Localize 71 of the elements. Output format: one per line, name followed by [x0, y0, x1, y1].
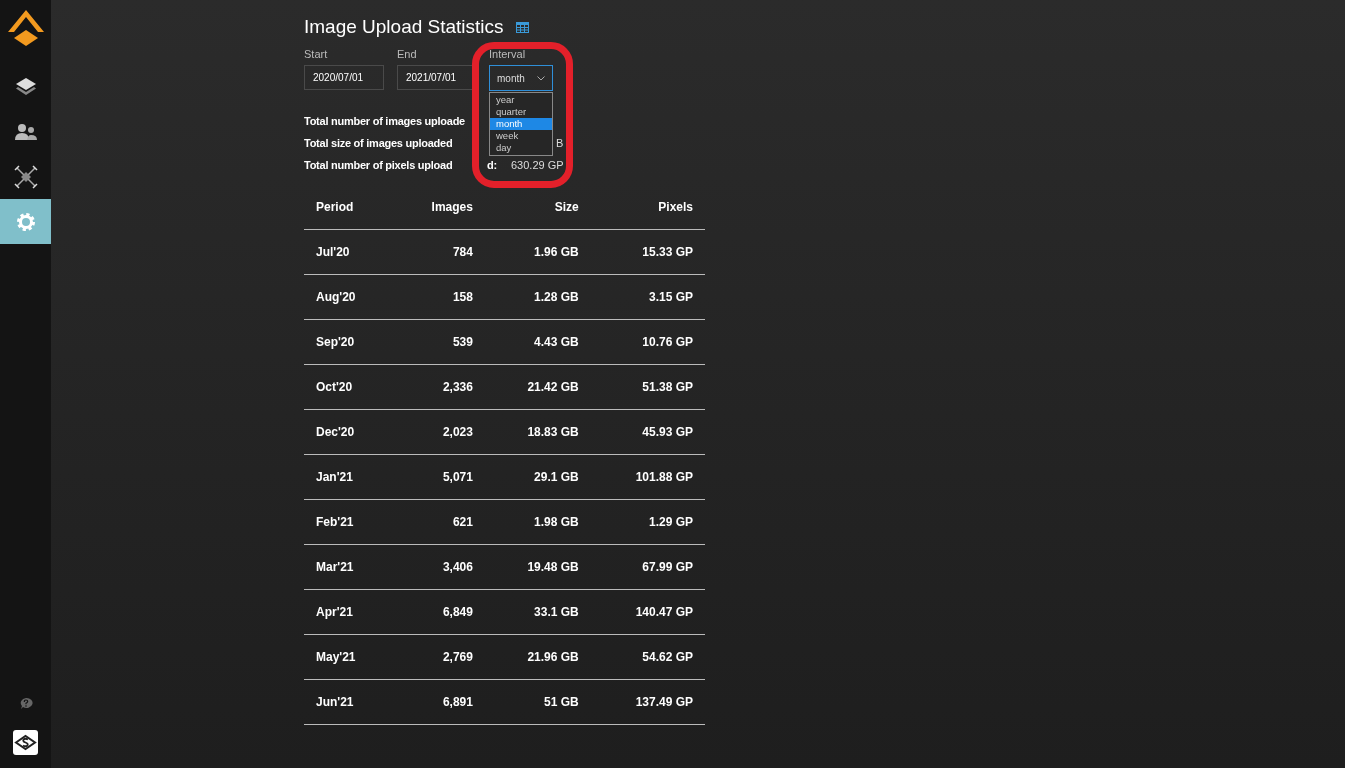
- table-cell: Dec'20: [304, 409, 394, 455]
- table-cell: 4.43 GB: [484, 319, 591, 365]
- table-cell: 6,849: [393, 589, 485, 635]
- table-cell: 784: [393, 229, 485, 275]
- drone-icon: [13, 164, 38, 189]
- table-cell: Aug'20: [304, 274, 394, 320]
- table-cell: 2,023: [393, 409, 485, 455]
- table-cell: 1.28 GB: [484, 274, 591, 320]
- table-cell: 54.62 GP: [590, 634, 705, 680]
- table-cell: May'21: [304, 634, 394, 680]
- table-cell: 539: [393, 319, 485, 365]
- table-cell: 158: [393, 274, 485, 320]
- table-cell: Jul'20: [304, 229, 394, 275]
- table-cell: 15.33 GP: [590, 229, 705, 275]
- table-cell: Feb'21: [304, 499, 394, 545]
- field-label: Start: [304, 48, 329, 60]
- date-field[interactable]: 2020/07/01: [304, 65, 384, 90]
- table-cell: 1.29 GP: [590, 499, 705, 545]
- field-label: End: [397, 48, 418, 60]
- table-cell: 137.49 GP: [590, 679, 705, 725]
- summary-value: 630.29 GP: [511, 159, 564, 171]
- brand-icon[interactable]: [13, 730, 38, 755]
- field-label: Interval: [489, 48, 527, 60]
- summary-label: Total number of images uploade: [304, 115, 466, 127]
- table-cell: Oct'20: [304, 364, 394, 410]
- summary-label: Total size of images uploaded: [304, 137, 454, 149]
- table-cell: 19.48 GB: [484, 544, 591, 590]
- table-cell: 3.15 GP: [590, 274, 705, 320]
- table-cell: 67.99 GP: [590, 544, 705, 590]
- table-cell: 21.42 GB: [484, 364, 591, 410]
- table-cell: 51.38 GP: [590, 364, 705, 410]
- dropdown-option[interactable]: year: [490, 94, 552, 106]
- table-cell: 2,769: [393, 634, 485, 680]
- table-cell: Jan'21: [304, 454, 394, 500]
- dropdown-option[interactable]: week: [490, 130, 552, 142]
- table-cell: 29.1 GB: [484, 454, 591, 500]
- summary-label: Total number of pixels upload: [304, 159, 454, 171]
- table-cell: 140.47 GP: [590, 589, 705, 635]
- table-cell: 2,336: [393, 364, 485, 410]
- table-cell: 45.93 GP: [590, 409, 705, 455]
- column-header: Images: [393, 184, 485, 230]
- table-cell: 101.88 GP: [590, 454, 705, 500]
- help-icon[interactable]: [18, 697, 33, 710]
- table-cell: 10.76 GP: [590, 319, 705, 365]
- logo-icon[interactable]: [5, 8, 46, 48]
- dropdown-option[interactable]: quarter: [490, 106, 552, 118]
- interval-dropdown[interactable]: month: [489, 65, 553, 91]
- summary-label: d:: [487, 159, 498, 171]
- table-cell: 33.1 GB: [484, 589, 591, 635]
- table-icon[interactable]: [515, 21, 529, 33]
- page-title: Image Upload Statistics: [304, 16, 504, 38]
- table-cell: 3,406: [393, 544, 485, 590]
- table-cell: Mar'21: [304, 544, 394, 590]
- table-cell: 5,071: [393, 454, 485, 500]
- column-header: Size: [484, 184, 591, 230]
- table-cell: 51 GB: [484, 679, 591, 725]
- table-cell: Sep'20: [304, 319, 394, 365]
- summary-value: B: [556, 137, 564, 149]
- dropdown-option[interactable]: day: [490, 142, 552, 154]
- table-cell: Jun'21: [304, 679, 394, 725]
- table-cell: Apr'21: [304, 589, 394, 635]
- column-header: Period: [304, 184, 394, 230]
- table-cell: 1.96 GB: [484, 229, 591, 275]
- table-cell: 621: [393, 499, 485, 545]
- table-cell: 6,891: [393, 679, 485, 725]
- dropdown-option[interactable]: month: [490, 118, 552, 130]
- table-cell: 18.83 GB: [484, 409, 591, 455]
- column-header: Pixels: [590, 184, 705, 230]
- table-cell: 1.98 GB: [484, 499, 591, 545]
- chevron-icon: [537, 75, 545, 81]
- table-cell: 21.96 GB: [484, 634, 591, 680]
